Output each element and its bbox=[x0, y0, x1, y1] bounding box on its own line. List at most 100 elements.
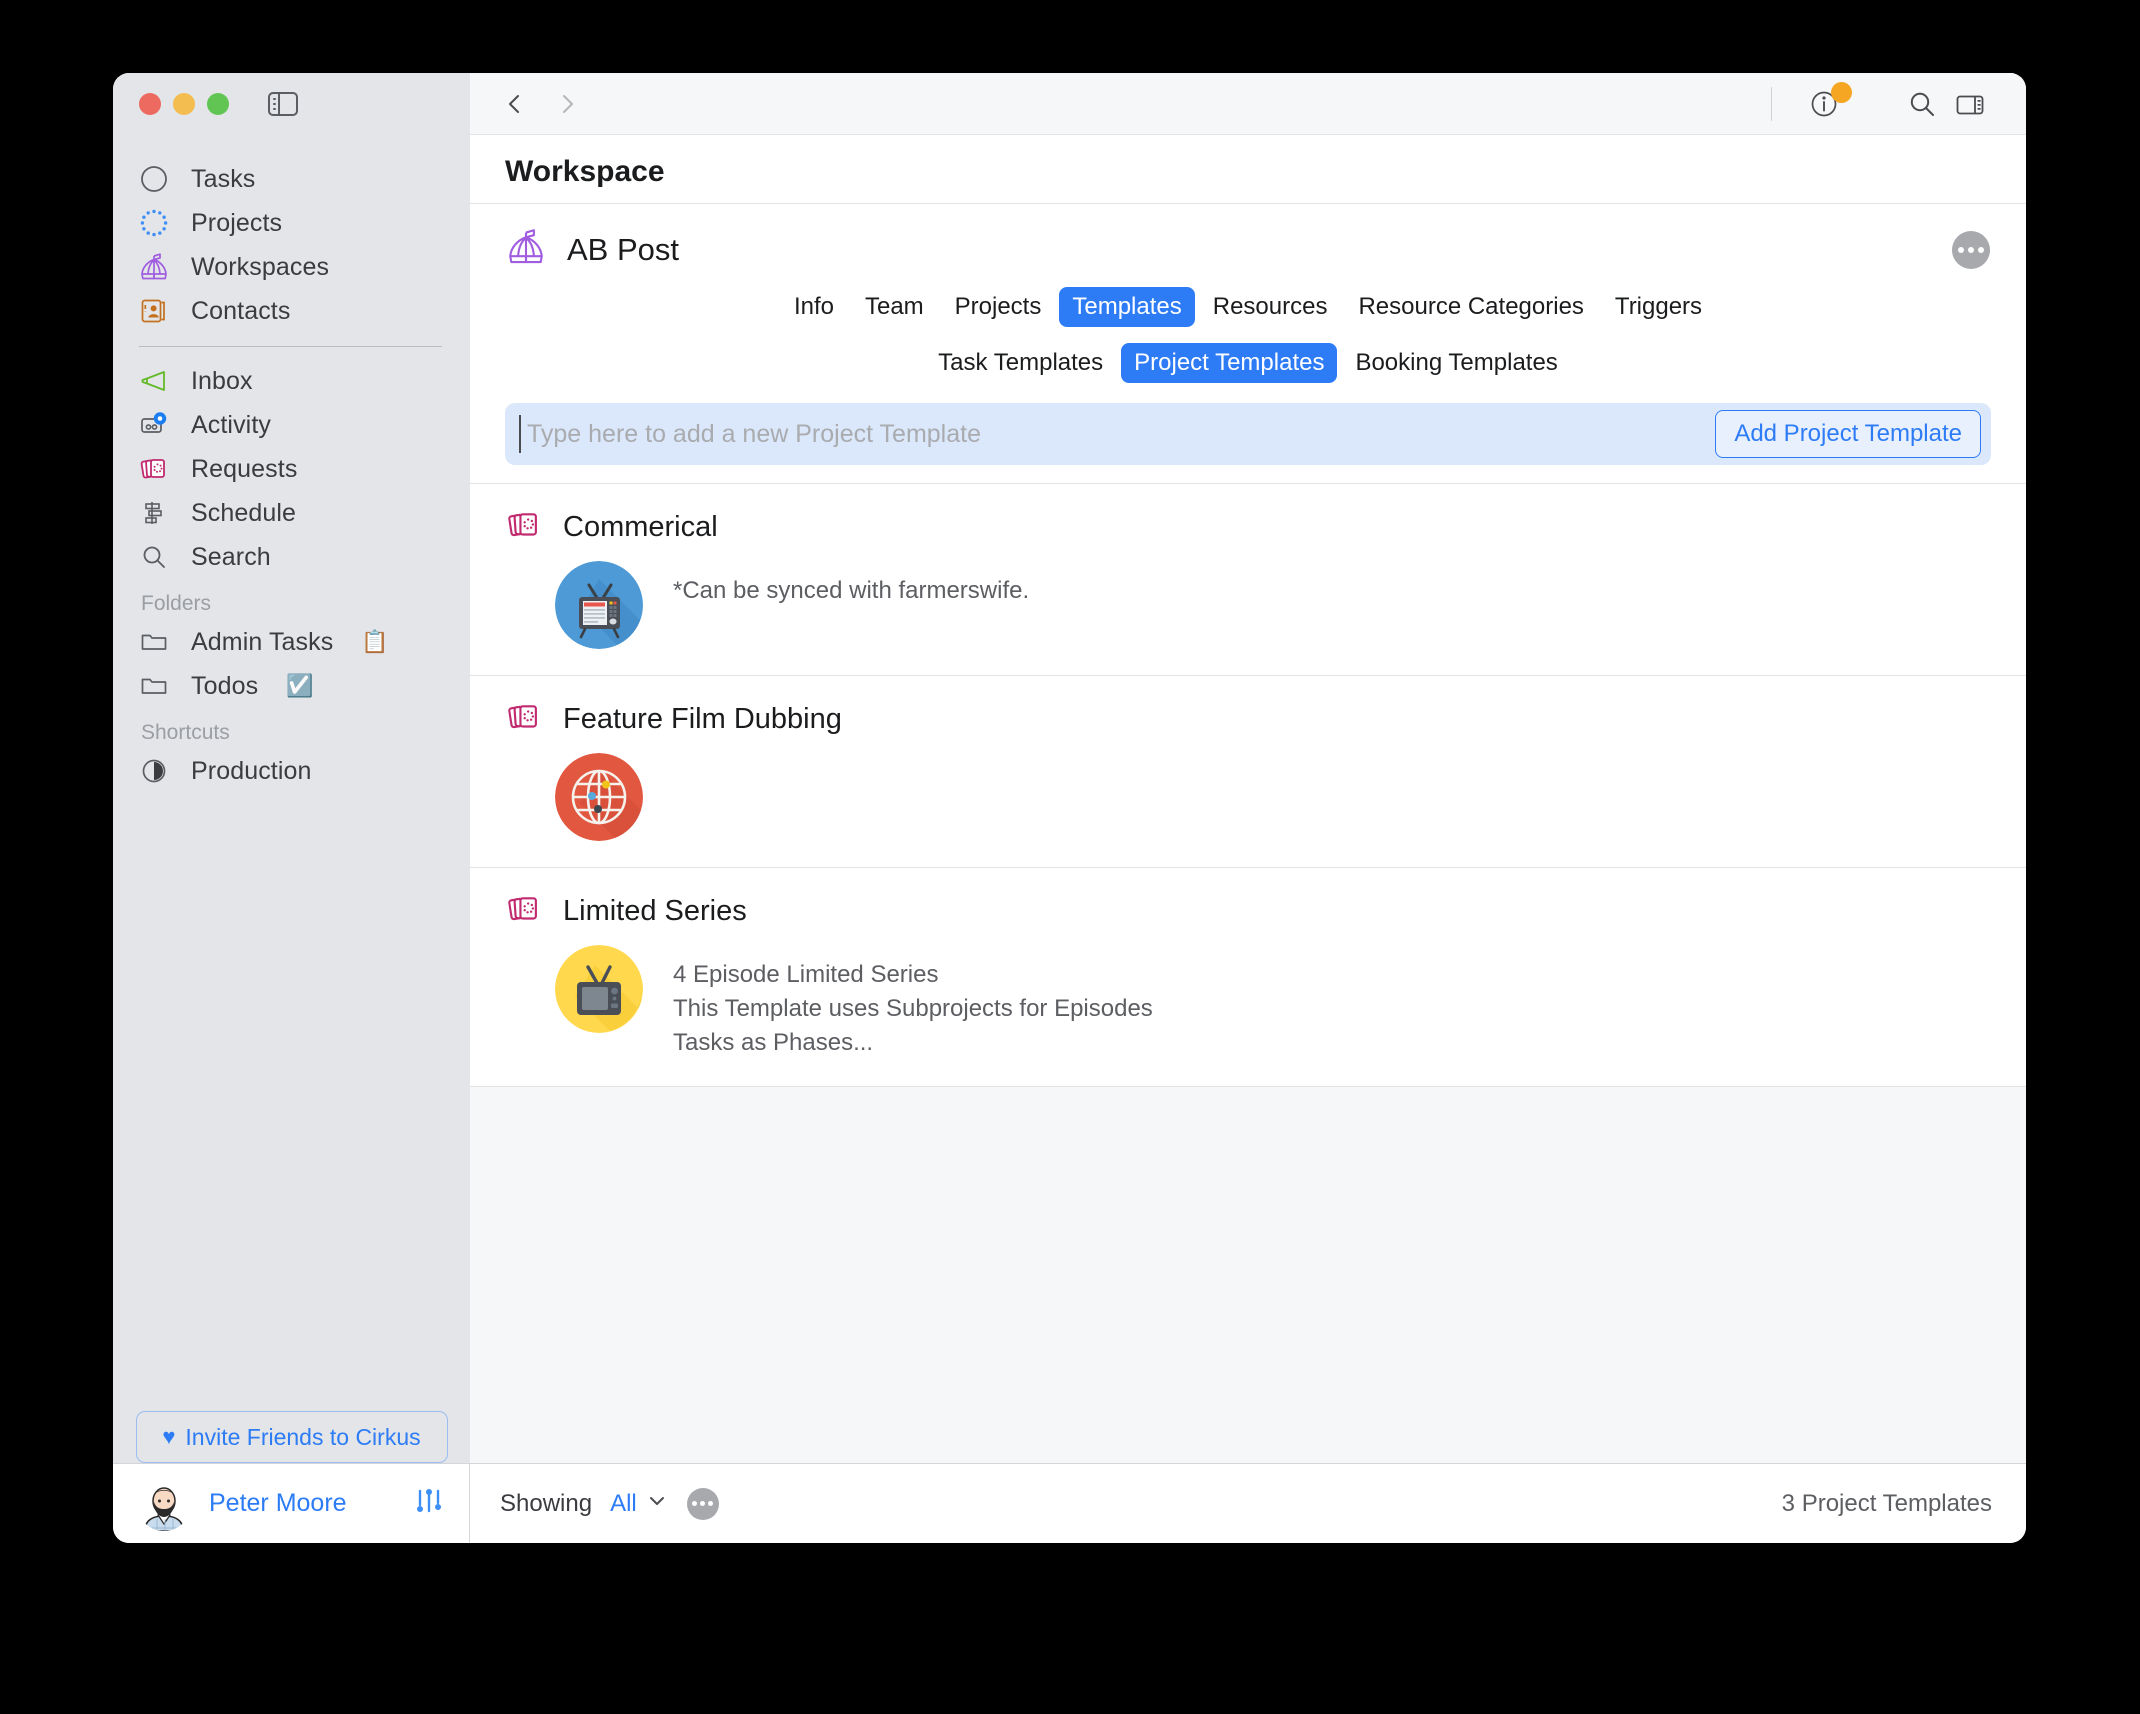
cards-icon bbox=[505, 890, 543, 933]
close-button[interactable] bbox=[139, 93, 161, 115]
user-bar[interactable]: Peter Moore bbox=[113, 1463, 470, 1543]
sidebar-item-label: Tasks bbox=[191, 165, 255, 194]
sliders-icon[interactable] bbox=[413, 1485, 445, 1522]
sidebar-item-label: Contacts bbox=[191, 297, 290, 326]
sidebar-item-requests[interactable]: Requests bbox=[113, 447, 470, 491]
minimize-button[interactable] bbox=[173, 93, 195, 115]
list-item[interactable]: Limited Series bbox=[470, 867, 2026, 1086]
ellipsis-dot bbox=[1978, 247, 1984, 253]
template-body bbox=[505, 753, 1991, 841]
info-button[interactable] bbox=[1800, 82, 1848, 126]
folder-icon bbox=[137, 625, 171, 659]
invite-friends-button[interactable]: ♥ Invite Friends to Cirkus bbox=[136, 1411, 448, 1463]
cards-icon bbox=[505, 698, 543, 741]
clipboard-icon: 📋 bbox=[361, 631, 388, 653]
sidebar-toggle-icon[interactable] bbox=[268, 92, 298, 116]
template-body: 4 Episode Limited Series This Template u… bbox=[505, 945, 1991, 1060]
ellipsis-dot bbox=[692, 1501, 697, 1506]
sidebar-item-activity[interactable]: Activity bbox=[113, 403, 470, 447]
circle-outline-icon bbox=[137, 162, 171, 196]
dotted-circle-icon bbox=[137, 206, 171, 240]
sidebar-item-projects[interactable]: Projects bbox=[113, 201, 470, 245]
cards-icon bbox=[505, 506, 543, 549]
tab-triggers[interactable]: Triggers bbox=[1602, 287, 1715, 327]
tab-resource-categories[interactable]: Resource Categories bbox=[1345, 287, 1596, 327]
heart-icon: ♥ bbox=[162, 1424, 175, 1450]
workspace-name: AB Post bbox=[567, 232, 679, 268]
sidebar-section-shortcuts: Shortcuts bbox=[113, 721, 470, 745]
sidebar-item-label: Projects bbox=[191, 209, 282, 238]
contact-card-icon bbox=[137, 294, 171, 328]
tab-project-templates[interactable]: Project Templates bbox=[1121, 343, 1337, 383]
chevron-down-icon[interactable] bbox=[647, 1491, 667, 1516]
cards-icon bbox=[137, 452, 171, 486]
sidebar-item-schedule[interactable]: Schedule bbox=[113, 491, 470, 535]
template-description: *Can be synced with farmerswife. bbox=[673, 561, 1029, 608]
list-item[interactable]: Commerical bbox=[470, 483, 2026, 675]
ellipsis-dot bbox=[1968, 247, 1974, 253]
back-button[interactable] bbox=[502, 91, 528, 117]
search-button[interactable] bbox=[1898, 82, 1946, 126]
list-empty-space bbox=[470, 1086, 2026, 1463]
status-bar: Showing All 3 Project Templates bbox=[470, 1463, 2026, 1543]
template-name: Commerical bbox=[563, 511, 718, 544]
sidebar-item-admin-tasks[interactable]: Admin Tasks 📋 bbox=[113, 620, 470, 664]
showing-filter-value[interactable]: All bbox=[610, 1490, 637, 1518]
sidebar: Tasks Projects bbox=[113, 73, 470, 1543]
sidebar-item-contacts[interactable]: Contacts bbox=[113, 289, 470, 333]
ellipsis-dot bbox=[700, 1501, 705, 1506]
sidebar-item-label: Workspaces bbox=[191, 253, 329, 282]
zoom-button[interactable] bbox=[207, 93, 229, 115]
template-header: Commerical bbox=[505, 506, 1991, 549]
sidebar-item-label: Activity bbox=[191, 411, 271, 440]
tab-resources[interactable]: Resources bbox=[1200, 287, 1341, 327]
globe-red-icon bbox=[555, 753, 643, 841]
notification-badge bbox=[1831, 82, 1852, 103]
invite-section: ♥ Invite Friends to Cirkus bbox=[113, 1411, 470, 1463]
list-item[interactable]: Feature Film Dubbing bbox=[470, 675, 2026, 867]
tab-templates[interactable]: Templates bbox=[1059, 287, 1194, 327]
toolbar-right bbox=[1771, 82, 1994, 126]
window-controls[interactable] bbox=[139, 93, 229, 115]
showing-label: Showing bbox=[500, 1490, 592, 1518]
sidebar-titlebar bbox=[113, 73, 470, 135]
sidebar-item-label: Todos bbox=[191, 672, 258, 701]
sidebar-nav: Tasks Projects bbox=[113, 135, 470, 793]
sidebar-item-label: Search bbox=[191, 543, 271, 572]
add-project-template-button[interactable]: Add Project Template bbox=[1715, 410, 1981, 458]
template-count: 3 Project Templates bbox=[1782, 1490, 1992, 1518]
secondary-tabs: Task Templates Project Templates Booking… bbox=[470, 329, 2026, 393]
tab-info[interactable]: Info bbox=[781, 287, 847, 327]
workspace-more-button[interactable] bbox=[1952, 231, 1990, 269]
tab-booking-templates[interactable]: Booking Templates bbox=[1342, 343, 1570, 383]
add-template-input[interactable] bbox=[519, 415, 1715, 453]
main-panel: Workspace AB Post bbox=[470, 73, 2026, 1543]
half-circle-icon bbox=[137, 754, 171, 788]
sidebar-item-todos[interactable]: Todos ☑️ bbox=[113, 664, 470, 708]
search-icon bbox=[137, 540, 171, 574]
inspector-button[interactable] bbox=[1946, 82, 1994, 126]
app-window: Tasks Projects bbox=[113, 73, 2026, 1543]
sidebar-item-label: Admin Tasks bbox=[191, 628, 333, 657]
filter-more-button[interactable] bbox=[687, 1488, 719, 1520]
sidebar-item-production[interactable]: Production bbox=[113, 749, 470, 793]
page-header: Workspace bbox=[470, 135, 2026, 204]
template-header: Feature Film Dubbing bbox=[505, 698, 1991, 741]
tab-team[interactable]: Team bbox=[852, 287, 937, 327]
sidebar-item-search[interactable]: Search bbox=[113, 535, 470, 579]
sidebar-item-workspaces[interactable]: Workspaces bbox=[113, 245, 470, 289]
megaphone-icon bbox=[137, 364, 171, 398]
sidebar-section-folders: Folders bbox=[113, 592, 470, 616]
circus-tent-icon bbox=[505, 226, 547, 273]
sidebar-item-inbox[interactable]: Inbox bbox=[113, 359, 470, 403]
avatar bbox=[137, 1477, 191, 1531]
forward-button[interactable] bbox=[554, 91, 580, 117]
tab-projects[interactable]: Projects bbox=[942, 287, 1055, 327]
tab-task-templates[interactable]: Task Templates bbox=[925, 343, 1116, 383]
ellipsis-dot bbox=[1958, 247, 1964, 253]
sidebar-item-tasks[interactable]: Tasks bbox=[113, 157, 470, 201]
folder-icon bbox=[137, 669, 171, 703]
template-description: 4 Episode Limited Series This Template u… bbox=[673, 945, 1153, 1060]
user-name[interactable]: Peter Moore bbox=[209, 1489, 347, 1518]
add-template-section: Add Project Template bbox=[470, 393, 2026, 483]
